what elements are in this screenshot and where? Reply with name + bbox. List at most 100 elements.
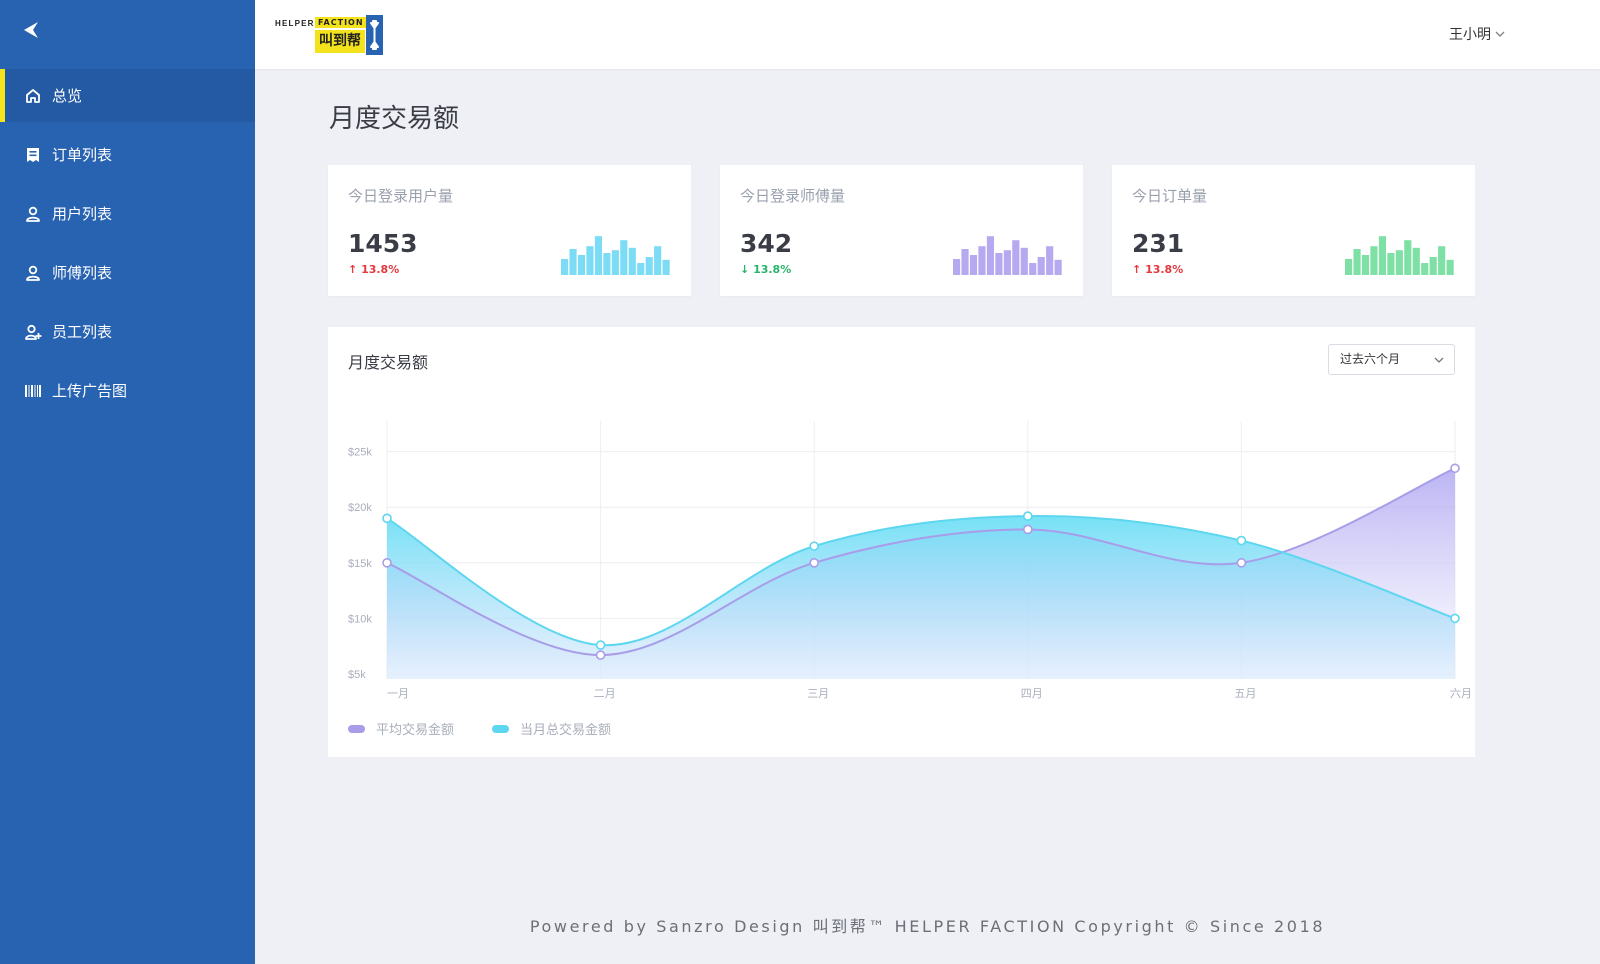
sidebar-item-orders[interactable]: 订单列表: [0, 128, 255, 181]
sidebar-item-label: 总览: [52, 87, 83, 105]
spark-bar: [1029, 263, 1037, 275]
spark-bar: [961, 249, 969, 275]
stat-label: 今日登录用户量: [348, 187, 454, 205]
spark-bar: [577, 255, 586, 275]
y-tick-label: $5k: [348, 669, 366, 681]
x-tick-label: 一月: [387, 687, 409, 700]
spark-bar: [1421, 263, 1429, 275]
spark-bar: [1378, 236, 1387, 275]
spark-bar: [645, 257, 653, 275]
sidebar-item-masters[interactable]: 师傅列表: [0, 246, 255, 299]
legend-swatch: [492, 724, 510, 733]
app-logo[interactable]: HELPER FACTION 叫到帮: [275, 15, 383, 57]
spark-bar: [969, 255, 978, 275]
logo-top-text: HELPER: [275, 19, 315, 28]
sidebar-item-upload-ads[interactable]: 上传广告图: [0, 364, 255, 417]
sparkline-chart: [561, 236, 670, 275]
barcode-icon: [24, 382, 42, 400]
stat-value: 342: [740, 229, 793, 258]
spark-bar: [1438, 246, 1446, 275]
data-point[interactable]: [382, 558, 392, 568]
spark-bar: [569, 249, 577, 275]
user-icon: [24, 205, 42, 223]
spark-bar: [1345, 259, 1353, 275]
y-tick-label: $20k: [348, 502, 372, 514]
data-point[interactable]: [1450, 463, 1460, 474]
data-point[interactable]: [809, 541, 820, 551]
spark-bar: [995, 253, 1003, 275]
legend-item-average[interactable]: 平均交易金额: [348, 719, 454, 738]
spark-bar: [1387, 253, 1395, 275]
collapse-sidebar-icon[interactable]: [20, 18, 44, 42]
x-tick-label: 二月: [594, 687, 616, 700]
spark-bar: [1361, 255, 1370, 275]
y-tick-label: $25k: [348, 447, 372, 459]
spark-bar: [1353, 249, 1361, 275]
user-icon: [24, 264, 42, 282]
arrow-up-icon: ↑: [348, 263, 358, 276]
legend-swatch: [348, 724, 365, 733]
home-icon: [24, 87, 42, 105]
sidebar-item-label: 订单列表: [52, 146, 113, 164]
receipt-icon: [24, 146, 42, 164]
spark-bar: [1003, 250, 1011, 275]
stat-trend: ↑ 13.8%: [1132, 263, 1183, 276]
sidebar-item-label: 用户列表: [52, 205, 113, 223]
chevron-down-icon: [1434, 357, 1444, 363]
spark-bar: [1412, 247, 1420, 275]
stat-change: 13.8%: [1145, 263, 1184, 276]
y-tick-label: $10k: [348, 613, 372, 625]
sidebar-item-label: 上传广告图: [52, 382, 128, 400]
sidebar-item-staff[interactable]: 员工列表: [0, 305, 255, 358]
monthly-chart-panel: $5k $10k $15k $20k $25k 一月 二月 三月 四月 五月 六月 月度交易额 过去…: [328, 327, 1475, 757]
sparkline-chart: [953, 236, 1062, 275]
footer-copyright: Powered by Sanzro Design 叫到帮™ HELPER FAC…: [529, 917, 1326, 936]
sidebar-item-users[interactable]: 用户列表: [0, 187, 255, 240]
stat-value: 231: [1132, 229, 1185, 258]
data-point[interactable]: [1022, 511, 1033, 521]
spark-bar: [1429, 257, 1437, 275]
spark-bar: [628, 247, 636, 275]
spark-bar: [637, 263, 645, 275]
spark-bar: [1012, 240, 1020, 275]
data-point[interactable]: [1450, 613, 1460, 624]
chevron-down-icon: [1495, 31, 1505, 37]
page-title: 月度交易额: [329, 104, 460, 134]
data-point[interactable]: [595, 650, 606, 660]
logo-cn-text: 叫到帮: [315, 30, 365, 53]
data-point[interactable]: [1022, 524, 1033, 535]
data-point[interactable]: [382, 513, 392, 524]
legend-item-total[interactable]: 当月总交易金额: [492, 719, 611, 738]
arrow-up-icon: ↑: [1132, 263, 1142, 276]
range-select[interactable]: 过去六个月: [1328, 344, 1455, 375]
data-point[interactable]: [1236, 535, 1247, 546]
data-point[interactable]: [595, 640, 606, 650]
spark-bar: [1446, 259, 1454, 275]
spark-bar: [1046, 246, 1054, 275]
series-area: [387, 516, 1455, 679]
sparkline-chart: [1345, 236, 1454, 275]
sidebar: 总览 订单列表 用户列表 师傅列表 员工列表 上传广告图: [0, 0, 255, 964]
user-add-icon: [24, 323, 42, 341]
y-tick-label: $15k: [348, 558, 372, 570]
spark-bar: [662, 259, 670, 275]
data-point[interactable]: [809, 558, 820, 568]
user-menu[interactable]: 王小明: [1449, 24, 1505, 44]
logo-faction-text: FACTION: [315, 17, 367, 28]
x-tick-label: 五月: [1234, 687, 1256, 700]
spark-bar: [986, 236, 995, 275]
chart-legend: 平均交易金额 当月总交易金额: [348, 719, 649, 738]
data-point[interactable]: [1236, 558, 1247, 568]
spark-bar: [594, 236, 603, 275]
stat-trend: ↑ 13.8%: [348, 263, 399, 276]
spark-bar: [1395, 250, 1403, 275]
spark-bar: [1370, 246, 1378, 275]
spark-bar: [654, 246, 662, 275]
chart-title: 月度交易额: [348, 353, 429, 372]
spark-bar: [611, 250, 619, 275]
stat-card-orders: 今日订单量 231 ↑ 13.8%: [1112, 165, 1475, 296]
spark-bar: [953, 259, 961, 275]
spark-bar: [1037, 257, 1045, 275]
sidebar-item-overview[interactable]: 总览: [0, 69, 255, 122]
arrow-down-icon: ↓: [740, 263, 750, 276]
